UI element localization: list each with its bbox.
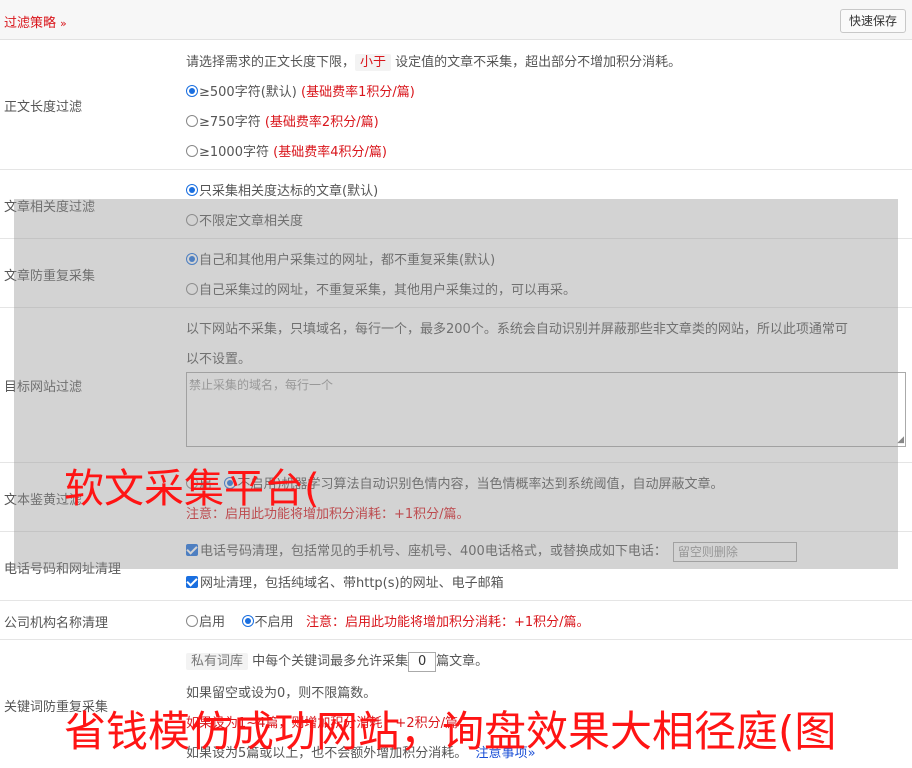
row-label: 公司机构名称清理	[4, 616, 109, 631]
radio-button[interactable]	[186, 85, 198, 97]
checkbox[interactable]	[186, 576, 198, 588]
chevron-down-icon: »	[60, 17, 67, 30]
radio-button[interactable]	[186, 145, 198, 157]
length-filter-row: 正文长度过滤 请选择需求的正文长度下限， 小于 设定值的文章不采集，超出部分不增加…	[0, 40, 912, 170]
org-clean-note: 注意：启用此功能将增加积分消耗：+1积分/篇。	[305, 615, 590, 630]
quick-save-button[interactable]: 快速保存	[839, 9, 906, 33]
radio-disable[interactable]	[241, 615, 254, 627]
watermark-bottom: 省钱模仿成功网站，询盘效果大相径庭(图	[64, 707, 837, 756]
length-filter-desc: 请选择需求的正文长度下限， 小于 设定值的文章不采集，超出部分不增加积分消耗。	[186, 54, 682, 71]
row-label: 正文长度过滤	[4, 100, 83, 115]
radio-button[interactable]	[186, 184, 198, 196]
keyword-limit-input[interactable]: 0	[408, 651, 437, 672]
radio-button[interactable]	[186, 115, 198, 127]
radio-enable[interactable]	[186, 615, 198, 627]
private-dict-tag[interactable]: 私有词库	[186, 653, 249, 670]
relevance-option-qualified[interactable]: 只采集相关度达标的文章(默认)	[186, 180, 378, 199]
section-title-text: 过滤策略	[4, 16, 57, 31]
resize-grip-icon[interactable]: ◢	[897, 435, 904, 445]
section-title[interactable]: 过滤策略»	[4, 12, 67, 31]
org-clean-row: 公司机构名称清理 启用 不启用 注意：启用此功能将增加积分消耗：+1积分/篇。	[0, 601, 912, 640]
org-clean-options: 启用 不启用 注意：启用此功能将增加积分消耗：+1积分/篇。	[186, 611, 590, 630]
watermark-top: 软文采集平台(	[64, 466, 320, 512]
length-option-500[interactable]: ≥500字符(默认) (基础费率1积分/篇)	[186, 81, 415, 100]
keyword-limit-line: 私有词库 中每个关键词最多允许采集 0 篇文章。	[186, 650, 488, 672]
url-clean-option[interactable]: 网址清理，包括纯域名、带http(s)的网址、电子邮箱	[186, 572, 504, 591]
length-option-750[interactable]: ≥750字符 (基础费率2积分/篇)	[186, 111, 379, 130]
less-than-tag: 小于	[355, 54, 392, 71]
filter-strategy-header: 过滤策略» 快速保存	[0, 0, 912, 40]
length-option-1000[interactable]: ≥1000字符 (基础费率4积分/篇)	[186, 141, 387, 160]
